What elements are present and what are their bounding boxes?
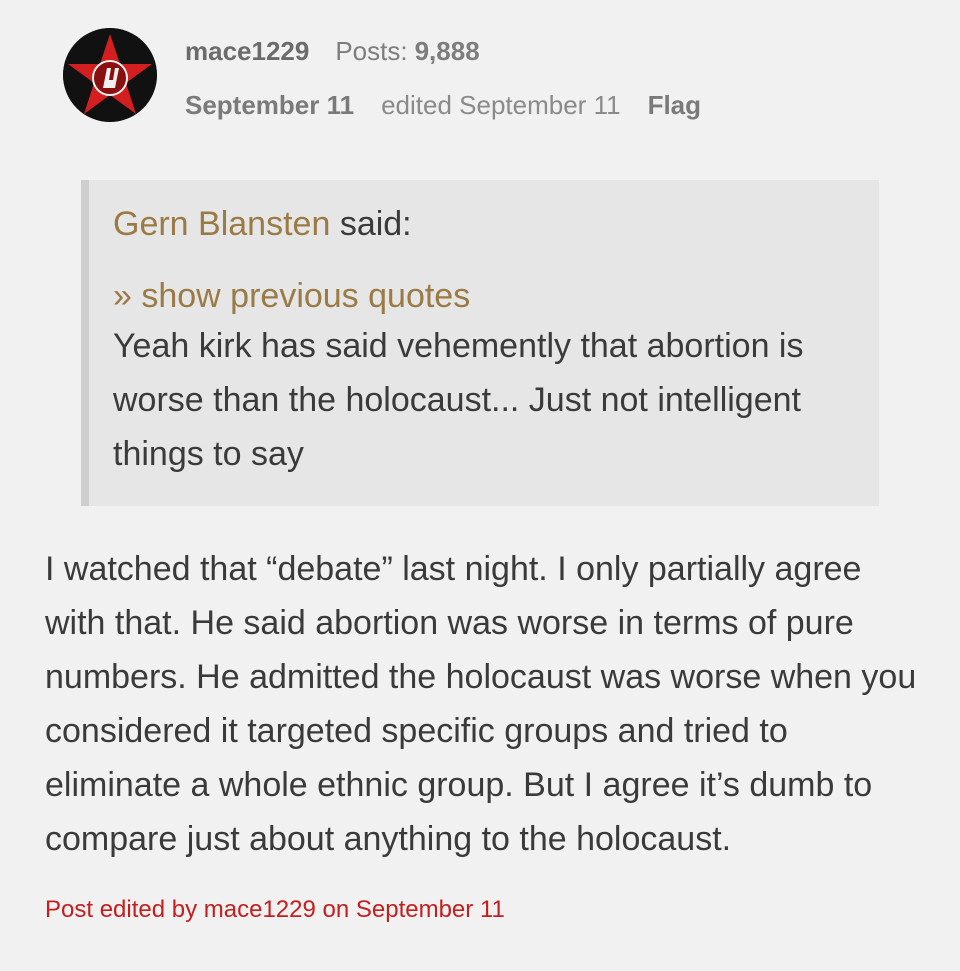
post-date[interactable]: September 11 xyxy=(185,90,354,121)
flag-button[interactable]: Flag xyxy=(648,90,701,121)
red-star-logo-icon xyxy=(63,28,157,122)
author-meta: mace1229 Posts: 9,888 xyxy=(185,33,480,69)
edit-note: Post edited by mace1229 on September 11 xyxy=(45,896,505,923)
forum-post: mace1229 Posts: 9,888 September 11 edite… xyxy=(0,0,960,971)
post-body: I watched that “debate” last night. I on… xyxy=(45,550,917,858)
posts-count: 9,888 xyxy=(414,35,480,66)
edited-date: edited September 11 xyxy=(381,89,621,120)
posts-label: Posts: xyxy=(335,35,408,66)
show-previous-quotes-link[interactable]: » show previous quotes xyxy=(113,275,855,317)
user-avatar[interactable] xyxy=(63,28,157,122)
quote-header: Gern Blansten said: xyxy=(113,203,855,245)
post-meta: September 11 edited September 11 Flag xyxy=(185,87,701,123)
quote-said-label: said: xyxy=(339,205,412,243)
quote-text: Yeah kirk has said vehemently that abort… xyxy=(113,327,804,473)
author-username[interactable]: mace1229 xyxy=(185,36,309,67)
quote-author-link[interactable]: Gern Blansten xyxy=(113,205,330,243)
blockquote: Gern Blansten said: » show previous quot… xyxy=(81,180,879,506)
